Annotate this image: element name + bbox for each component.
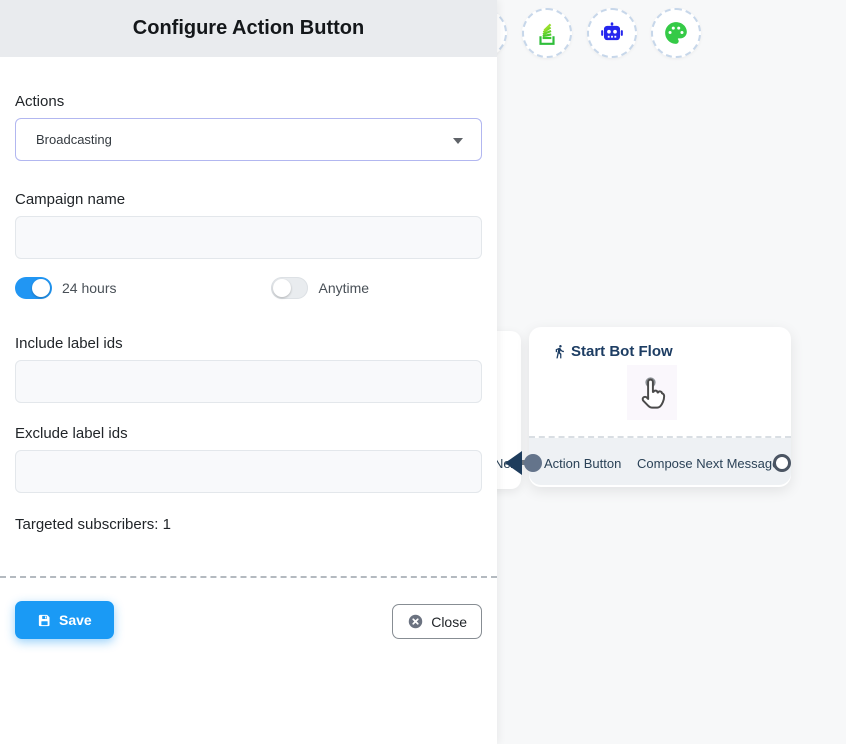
port-handle-action-button[interactable] [524, 454, 542, 472]
close-circle-icon [407, 613, 424, 630]
exclude-label-ids-input[interactable] [15, 450, 482, 493]
toolbar-button-bot[interactable] [587, 8, 637, 58]
toggle-24-hours[interactable] [15, 277, 52, 299]
panel-header: Configure Action Button [0, 0, 497, 57]
port-handle-compose-next-message[interactable] [773, 454, 791, 472]
targeted-subscribers-text: Targeted subscribers: 1 [15, 516, 482, 533]
toolbar-button-stack[interactable] [522, 8, 572, 58]
close-button-label: Close [431, 614, 467, 630]
walking-person-icon [552, 343, 567, 360]
stack-icon [534, 20, 560, 46]
flow-node-title: Start Bot Flow [571, 343, 673, 360]
save-button-label: Save [59, 612, 92, 628]
include-label-ids-label: Include label ids [15, 335, 482, 352]
robot-icon [599, 20, 625, 46]
campaign-name-input[interactable] [15, 216, 482, 259]
palette-icon [663, 20, 689, 46]
panel-divider [0, 576, 497, 578]
toggle-24-hours-label: 24 hours [62, 280, 116, 296]
exclude-label-ids-label: Exclude label ids [15, 425, 482, 442]
include-label-ids-input[interactable] [15, 360, 482, 403]
tap-cursor-icon [627, 365, 677, 420]
toggle-anytime-label: Anytime [318, 280, 369, 296]
port-label-action-button: Action Button [544, 456, 621, 471]
save-disk-icon [37, 613, 52, 628]
toggle-anytime[interactable] [271, 277, 308, 299]
app-screen: Next Start Bot Flow Action Button Compos… [0, 0, 846, 744]
configure-action-panel: Configure Action Button Actions Broadcas… [0, 0, 497, 744]
actions-select-value: Broadcasting [36, 132, 112, 147]
campaign-name-label: Campaign name [15, 191, 482, 208]
chevron-down-icon [453, 138, 463, 144]
actions-select[interactable]: Broadcasting [15, 118, 482, 161]
close-button[interactable]: Close [392, 604, 482, 639]
save-button[interactable]: Save [15, 601, 114, 639]
panel-title: Configure Action Button [133, 17, 364, 40]
port-label-compose-next-message: Compose Next Message [637, 456, 779, 471]
toolbar-button-theme[interactable] [651, 8, 701, 58]
edge-arrow-left-icon [505, 451, 522, 475]
actions-label: Actions [15, 93, 482, 110]
